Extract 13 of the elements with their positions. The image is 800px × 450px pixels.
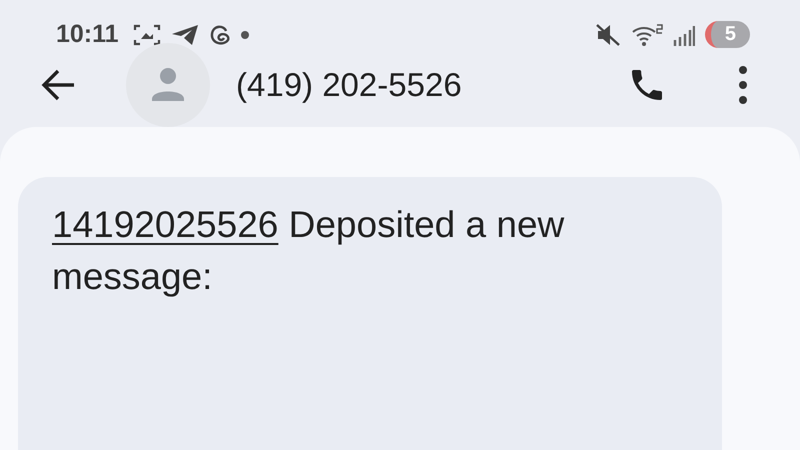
screenshot-icon <box>132 22 161 46</box>
paper-plane-icon <box>170 22 199 46</box>
phone-link[interactable]: 14192025526 <box>52 204 278 245</box>
clock-time: 10:11 <box>56 20 119 49</box>
contact-name: (419) 202-5526 <box>236 66 462 104</box>
more-options-icon[interactable] <box>737 65 749 105</box>
muted-speaker-icon <box>594 22 621 46</box>
message-text: 14192025526 Deposited a new message: <box>52 203 566 299</box>
wifi-icon <box>630 22 663 46</box>
battery-level: 5 <box>704 21 750 48</box>
back-arrow-icon[interactable] <box>40 69 76 101</box>
dot-icon <box>240 30 249 38</box>
signal-icon <box>672 24 695 46</box>
